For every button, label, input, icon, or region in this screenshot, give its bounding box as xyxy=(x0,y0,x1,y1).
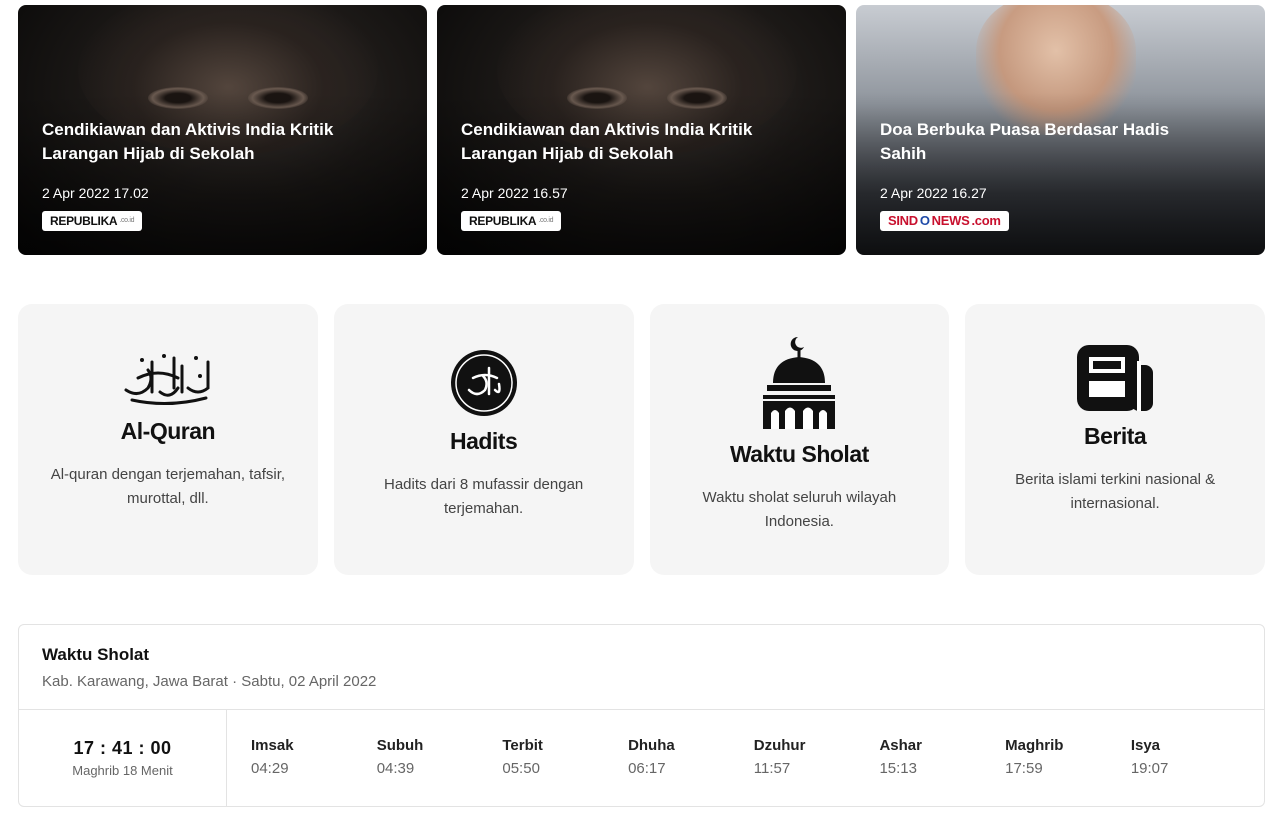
news-title[interactable]: Cendikiawan dan Aktivis India Kritik Lar… xyxy=(461,118,801,166)
prayer-name: Subuh xyxy=(376,737,424,754)
prayer-location: Kab. Karawang, Jawa Barat · Sabtu, 02 Ap… xyxy=(42,673,377,690)
feature-menu: Al-Quran Al-quran dengan terjemahan, taf… xyxy=(18,304,1265,575)
feature-title: Berita xyxy=(1084,423,1147,449)
prayer-time-item: Ashar 15:13 xyxy=(879,737,1005,806)
news-title[interactable]: Cendikiawan dan Aktivis India Kritik Lar… xyxy=(42,118,382,166)
next-prayer-label: Maghrib 18 Menit xyxy=(72,763,173,778)
prayer-time: 15:13 xyxy=(879,760,917,777)
countdown: 17 : 41 : 00 Maghrib 18 Menit xyxy=(19,710,227,806)
prayer-body: 17 : 41 : 00 Maghrib 18 Menit Imsak 04:2… xyxy=(19,710,1264,806)
prayer-time: 17:59 xyxy=(1005,760,1043,777)
prayer-time: 06:17 xyxy=(628,760,666,777)
prayer-time-item: Dhuha 06:17 xyxy=(628,737,754,806)
news-date: 2 Apr 2022 16.27 xyxy=(880,185,987,201)
news-card[interactable]: Cendikiawan dan Aktivis India Kritik Lar… xyxy=(437,5,846,255)
prayer-time: 11:57 xyxy=(753,760,791,777)
prayer-time-item: Subuh 04:39 xyxy=(377,737,503,806)
feature-description: Berita islami terkini nasional & interna… xyxy=(1015,471,1216,512)
news-source-logo: SIND O NEWS .com xyxy=(880,211,1009,231)
news-date: 2 Apr 2022 16.57 xyxy=(461,185,568,201)
prayer-time: 05:50 xyxy=(502,760,540,777)
prayer-time-item: Imsak 04:29 xyxy=(251,737,377,806)
news-source-logo: REPUBLIKA .co.id xyxy=(461,211,562,231)
feature-card-hadits[interactable]: Hadits Hadits dari 8 mufassir dengan ter… xyxy=(333,304,634,575)
feature-card-waktu-sholat[interactable]: Waktu Sholat Waktu sholat seluruh wilaya… xyxy=(649,304,950,575)
prayer-name: Maghrib xyxy=(1005,737,1064,754)
news-card[interactable]: Cendikiawan dan Aktivis India Kritik Lar… xyxy=(18,5,427,255)
feature-title: Waktu Sholat xyxy=(729,441,869,467)
prayer-name: Dhuha xyxy=(628,737,675,754)
prayer-time: 19:07 xyxy=(1130,760,1169,777)
news-date: 2 Apr 2022 17.02 xyxy=(42,185,149,201)
prayer-name: Dzuhur xyxy=(753,737,806,754)
countdown-time: 17 : 41 : 00 xyxy=(73,738,172,758)
mosque-icon xyxy=(759,335,839,431)
feature-title: Hadits xyxy=(449,428,518,454)
prayer-times-list: Imsak 04:29 Subuh 04:39 Terbit 05:50 Dhu… xyxy=(227,710,1257,806)
prayer-name: Ashar xyxy=(879,737,922,754)
newspaper-icon xyxy=(1075,343,1155,413)
prayer-time: 04:29 xyxy=(251,760,289,777)
prayer-time-item: Isya 19:07 xyxy=(1131,737,1257,806)
prayer-widget-title: Waktu Sholat xyxy=(42,645,150,664)
prayer-times-widget: Waktu Sholat Kab. Karawang, Jawa Barat ·… xyxy=(18,624,1265,807)
prayer-header: Waktu Sholat Kab. Karawang, Jawa Barat ·… xyxy=(19,625,1264,710)
prayer-time-item: Dzuhur 11:57 xyxy=(754,737,880,806)
news-source-logo: REPUBLIKA .co.id xyxy=(42,211,143,231)
feature-title: Al-Quran xyxy=(120,418,216,444)
feature-description: Hadits dari 8 mufassir dengan terjemahan… xyxy=(383,476,584,517)
news-carousel: Cendikiawan dan Aktivis India Kritik Lar… xyxy=(18,5,1265,255)
quran-calligraphy-icon xyxy=(118,348,218,408)
prayer-time-item: Terbit 05:50 xyxy=(502,737,628,806)
feature-description: Al-quran dengan terjemahan, tafsir, muro… xyxy=(50,466,286,507)
news-title[interactable]: Doa Berbuka Puasa Berdasar Hadis Sahih xyxy=(880,118,1220,166)
hadits-seal-icon xyxy=(449,348,519,418)
prayer-name: Isya xyxy=(1130,737,1161,754)
prayer-name: Terbit xyxy=(502,737,543,754)
prayer-name: Imsak xyxy=(251,737,294,754)
feature-card-quran[interactable]: Al-Quran Al-quran dengan terjemahan, taf… xyxy=(18,304,318,575)
prayer-time-item: Maghrib 17:59 xyxy=(1005,737,1131,806)
prayer-time: 04:39 xyxy=(376,760,415,777)
news-card[interactable]: Doa Berbuka Puasa Berdasar Hadis Sahih 2… xyxy=(856,5,1265,255)
feature-description: Waktu sholat seluruh wilayah Indonesia. xyxy=(702,489,897,530)
feature-card-berita[interactable]: Berita Berita islami terkini nasional & … xyxy=(965,304,1265,575)
